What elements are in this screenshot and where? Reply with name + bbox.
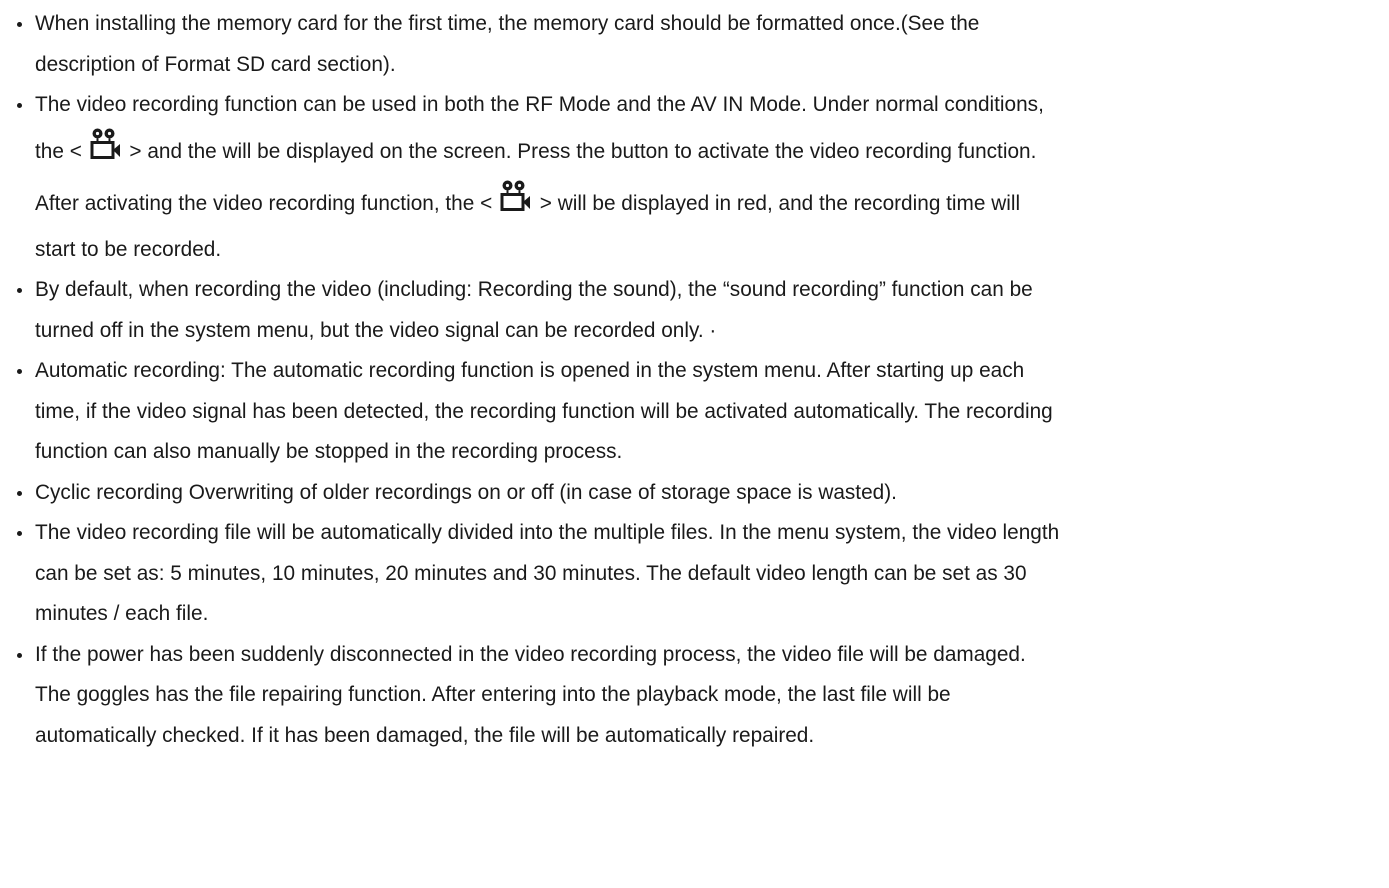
text-line: If the power has been suddenly disconnec… (35, 642, 1026, 666)
text-line: The video recording file will be automat… (35, 521, 1060, 544)
list-item: The video recording file will be automat… (12, 513, 1389, 635)
text-line: the < > and the will be displayed on the… (35, 126, 1389, 178)
list-item: Cyclic recording Overwriting of older re… (12, 473, 1389, 514)
document-page: When installing the memory card for the … (0, 0, 1389, 888)
list-item: When installing the memory card for the … (12, 4, 1389, 85)
list-item: By default, when recording the video (in… (12, 270, 1389, 351)
list-item: Automatic recording: The automatic recor… (12, 351, 1389, 473)
text-segment: > will be displayed in red, and the reco… (539, 191, 1021, 215)
video-camera-icon (90, 127, 122, 161)
text-line: can be set as: 5 minutes, 10 minutes, 20… (35, 561, 1027, 585)
text-line: description of Format SD card section). (35, 52, 396, 76)
text-line: The goggles has the file repairing funct… (35, 683, 951, 706)
text-line: minutes / each file. (35, 602, 209, 625)
text-line: By default, when recording the video (in… (35, 278, 1033, 301)
text-segment: After activating the video recording fun… (35, 191, 493, 215)
text-line: start to be recorded. (35, 237, 222, 261)
video-camera-icon (500, 179, 532, 213)
text-line: Cyclic recording Overwriting of older re… (35, 480, 897, 504)
text-line: The video recording function can be used… (35, 93, 1044, 116)
text-line: automatically checked. If it has been da… (35, 723, 815, 747)
text-line: Automatic recording: The automatic recor… (35, 359, 1025, 382)
text-line: function can also manually be stopped in… (35, 440, 623, 463)
bullet-list: When installing the memory card for the … (12, 4, 1389, 756)
text-line: When installing the memory card for the … (35, 12, 980, 35)
text-line: After activating the video recording fun… (35, 178, 1389, 230)
list-item: The video recording function can be used… (12, 85, 1389, 270)
text-line: turned off in the system menu, but the v… (35, 318, 717, 342)
text-line: time, if the video signal has been detec… (35, 399, 1053, 423)
list-item: If the power has been suddenly disconnec… (12, 635, 1389, 757)
text-segment: the < (35, 139, 82, 163)
text-segment: > and the will be displayed on the scree… (129, 139, 1037, 163)
